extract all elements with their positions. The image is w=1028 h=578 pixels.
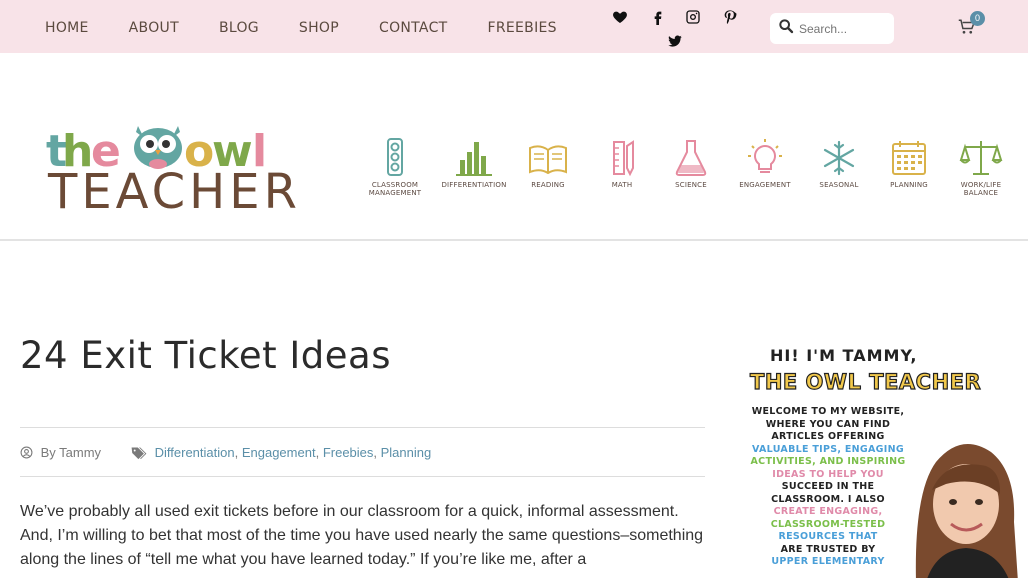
about-name: THE OWL TEACHER [749,369,982,394]
category-link-planning[interactable]: Planning [381,445,432,460]
intro-line: CLASSROOM. I ALSO [771,493,885,505]
author-photo [915,444,1018,578]
ruler-pencil-icon [613,140,634,177]
logo-text-teacher: TEACHER [48,164,301,220]
intro-line: WHERE YOU CAN FIND [765,418,891,430]
post-meta: By Tammy Differentiation, Engagement, Fr… [20,427,705,477]
intro-line: RESOURCES THAT [778,531,878,542]
category-label: READING [531,181,565,189]
flask-icon [675,140,707,176]
nav-blog[interactable]: BLOG [219,20,259,36]
book-icon [529,145,567,175]
heart-icon[interactable] [612,9,630,27]
traffic-light-icon [387,138,403,176]
about-widget[interactable]: HI! I'M TAMMY, THE OWL TEACHER WELCOME T… [736,340,1018,578]
category-link-freebies[interactable]: Freebies [323,445,374,460]
category-classroom-management[interactable]: CLASSROOM MANAGEMENT [360,138,430,198]
post-author[interactable]: By Tammy [20,445,101,460]
category-icon-menu: CLASSROOM MANAGEMENT DIFFERENTIATION REA… [360,138,1020,200]
category-link-engagement[interactable]: Engagement [242,445,316,460]
nav-shop[interactable]: SHOP [299,20,339,36]
search-box [770,13,894,44]
category-label: PLANNING [890,181,928,189]
main-nav: HOME ABOUT BLOG SHOP CONTACT FREEBIES [45,20,597,36]
category-label: SCIENCE [675,181,707,189]
nav-home[interactable]: HOME [45,20,89,36]
post-body: We’ve probably all used exit tickets bef… [20,503,704,568]
header-divider [0,239,1028,241]
nav-about[interactable]: ABOUT [129,20,179,36]
intro-line: ARE TRUSTED BY [780,543,876,555]
category-link-differentiation[interactable]: Differentiation [155,445,235,460]
nav-contact[interactable]: CONTACT [379,20,448,36]
instagram-icon[interactable] [685,9,703,27]
intro-line: CLASSROOM-TESTED [770,518,886,530]
author-name: By Tammy [40,445,102,460]
intro-line: UPPER ELEMENTARY [771,556,885,567]
category-engagement[interactable]: ENGAGEMENT [732,138,798,198]
post-title: 24 Exit Ticket Ideas [20,334,392,377]
category-label: ENGAGEMENT [739,181,791,189]
intro-line: ACTIVITIES, AND INSPIRING [750,456,906,467]
twitter-icon[interactable] [667,33,685,51]
category-label: SEASONAL [819,181,859,189]
top-bar: HOME ABOUT BLOG SHOP CONTACT FREEBIES 0 [0,0,1028,53]
category-math[interactable]: MATH [592,138,652,198]
category-differentiation[interactable]: DIFFERENTIATION [438,138,510,198]
facebook-icon[interactable] [650,9,668,27]
bar-chart-icon [456,142,492,176]
intro-line: WELCOME TO MY WEBSITE, [751,406,905,417]
category-work-life-balance[interactable]: WORK/LIFE BALANCE [950,138,1012,198]
scales-icon [959,141,1003,175]
category-seasonal[interactable]: SEASONAL [806,138,872,198]
intro-line: ARTICLES OFFERING [771,431,885,442]
category-label: DIFFERENTIATION [441,181,507,189]
search-icon[interactable] [778,18,794,39]
intro-line: IDEAS TO HELP YOU [772,468,884,480]
category-label: MATH [611,181,633,189]
pinterest-icon[interactable] [722,9,740,27]
snowflake-icon [823,140,855,176]
about-greeting: HI! I'M TAMMY, [770,346,918,365]
user-icon [20,446,33,459]
tags-icon [131,447,147,460]
about-intro: WELCOME TO MY WEBSITE, WHERE YOU CAN FIN… [742,406,914,569]
site-logo[interactable]: t h e o w l TEACHER [46,120,297,220]
category-reading[interactable]: READING [518,138,578,198]
nav-freebies[interactable]: FREEBIES [488,20,557,36]
intro-line: VALUABLE TIPS, ENGAGING [752,443,904,455]
intro-line: CREATE ENGAGING, [773,506,883,517]
calendar-icon [892,141,926,175]
intro-line: SUCCEED IN THE [781,481,875,492]
cart-button[interactable]: 0 [958,11,985,39]
category-planning[interactable]: PLANNING [878,138,940,198]
category-science[interactable]: SCIENCE [660,138,722,198]
cart-count-badge: 0 [970,11,985,26]
post-categories: Differentiation, Engagement, Freebies, P… [131,445,431,460]
search-input[interactable] [799,21,889,36]
category-label: WORK/LIFE BALANCE [960,181,1002,197]
lightbulb-icon [748,139,782,173]
category-label: CLASSROOM MANAGEMENT [368,181,422,197]
